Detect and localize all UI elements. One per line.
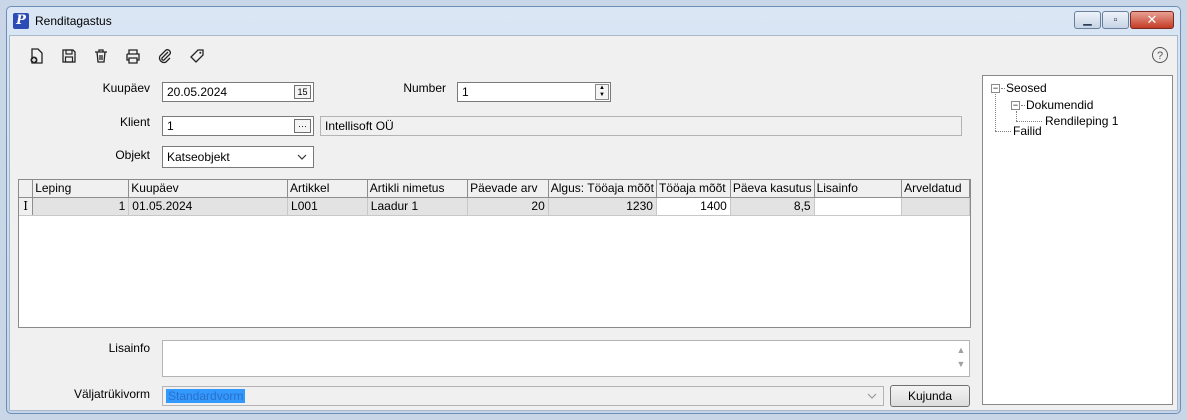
svg-text:?: ? <box>1157 50 1163 62</box>
grid-cell[interactable]: Laadur 1 <box>367 197 469 216</box>
grid-cell[interactable]: 8,5 <box>730 197 815 216</box>
grid-header-row: Leping Kuupäev Artikkel Artikli nimetus … <box>19 180 970 198</box>
klient-field[interactable]: 1 ··· <box>162 116 314 136</box>
delete-button[interactable] <box>88 44 114 68</box>
kuupaev-value: 20.05.2024 <box>167 85 228 99</box>
scroll-up-icon[interactable]: ▲ <box>955 343 967 357</box>
print-form-value: Standardvorm <box>166 389 246 403</box>
klient-name-field: Intellisoft OÜ <box>320 116 962 136</box>
tree-node-dokumendid[interactable]: Dokumendid <box>1026 98 1093 112</box>
klient-lookup-button[interactable]: ··· <box>294 119 311 133</box>
objekt-label: Objekt <box>115 148 150 162</box>
objekt-value: Katseobjekt <box>167 150 230 164</box>
tree-node-seosed[interactable]: Seosed <box>1006 81 1047 95</box>
memo-scrollbar[interactable]: ▲ ▼ <box>955 343 967 371</box>
tree-line <box>1016 121 1042 122</box>
grid-cell[interactable]: 1400 <box>656 197 731 216</box>
number-field[interactable]: 1 ▲ ▼ <box>457 82 611 102</box>
print-button[interactable] <box>120 44 146 68</box>
tree-line <box>995 94 996 131</box>
tag-icon <box>190 49 204 63</box>
tag-button[interactable] <box>184 44 210 68</box>
close-icon: ✕ <box>1146 12 1158 27</box>
save-button[interactable] <box>56 44 82 68</box>
column-header[interactable]: Päeva kasutus <box>730 180 815 198</box>
title-bar[interactable]: P Renditagastus ▁ ▫ ✕ <box>7 7 1180 35</box>
kujunda-button[interactable]: Kujunda <box>890 385 970 407</box>
tree-line <box>1021 105 1025 106</box>
collapse-icon[interactable]: − <box>1011 101 1020 110</box>
calendar-button[interactable]: 15 <box>294 85 311 99</box>
column-header[interactable]: Lisainfo <box>814 180 903 198</box>
scroll-down-icon[interactable]: ▼ <box>955 357 967 371</box>
print-form-label: Väljatrükivorm <box>73 387 150 401</box>
column-header[interactable]: Artikli nimetus <box>367 180 469 198</box>
column-header[interactable]: Algus: Tööaja mõõt <box>548 180 657 198</box>
row-edit-indicator: I <box>19 197 34 216</box>
tree-line <box>995 131 1011 132</box>
table-row[interactable]: I 1 01.05.2024 L001 Laadur 1 20 1230 140… <box>19 197 970 216</box>
column-header[interactable]: Tööaja mõõt <box>656 180 731 198</box>
grid-cell[interactable]: 1 <box>32 197 130 216</box>
toolbar <box>24 44 210 68</box>
column-header[interactable]: Kuupäev <box>128 180 289 198</box>
rental-lines-grid[interactable]: Leping Kuupäev Artikkel Artikli nimetus … <box>18 179 971 328</box>
window-controls: ▁ ▫ ✕ <box>1074 11 1174 29</box>
kuupaev-field[interactable]: 20.05.2024 15 <box>162 82 314 102</box>
print-icon <box>126 49 140 64</box>
stepper-up-icon[interactable]: ▲ <box>596 85 608 92</box>
maximize-button[interactable]: ▫ <box>1102 11 1129 29</box>
tree-line <box>1016 111 1017 121</box>
close-button[interactable]: ✕ <box>1130 11 1174 29</box>
window-title: Renditagastus <box>35 14 112 28</box>
grid-cell[interactable] <box>901 197 970 216</box>
column-header[interactable]: Päevade arv <box>467 180 549 198</box>
chevron-down-icon <box>867 393 877 399</box>
tree-node-failid[interactable]: Failid <box>1013 124 1042 138</box>
grid-cell[interactable]: L001 <box>287 197 368 216</box>
delete-icon <box>95 49 107 63</box>
objekt-select[interactable]: Katseobjekt <box>162 146 314 168</box>
column-header[interactable]: Leping <box>32 180 130 198</box>
maximize-icon: ▫ <box>1113 14 1118 26</box>
grid-cell[interactable]: 01.05.2024 <box>128 197 289 216</box>
relations-tree[interactable]: − Seosed − Dokumendid Rendileping 1 Fail… <box>982 75 1173 405</box>
attach-button[interactable] <box>152 44 178 68</box>
klient-name: Intellisoft OÜ <box>325 119 394 133</box>
stepper-down-icon[interactable]: ▼ <box>596 92 608 99</box>
chevron-down-icon <box>297 154 307 160</box>
grid-cell[interactable] <box>813 197 903 216</box>
attach-icon <box>158 49 171 64</box>
app-window: P Renditagastus ▁ ▫ ✕ ? Kuupäev 20.05.20… <box>6 6 1181 414</box>
grid-cell[interactable]: 1230 <box>548 197 657 216</box>
help-icon[interactable]: ? <box>1151 46 1169 64</box>
kuupaev-label: Kuupäev <box>102 81 150 95</box>
collapse-icon[interactable]: − <box>991 84 1000 93</box>
minimize-icon: ▁ <box>1083 14 1092 26</box>
form-area: ? Kuupäev 20.05.2024 15 Number 1 ▲ ▼ Kli… <box>9 35 1178 411</box>
new-button[interactable] <box>24 44 50 68</box>
number-value: 1 <box>462 85 469 99</box>
klient-value: 1 <box>167 119 174 133</box>
grid-corner <box>19 180 34 198</box>
minimize-button[interactable]: ▁ <box>1074 11 1101 29</box>
print-form-select[interactable]: Standardvorm <box>162 386 884 406</box>
number-label: Number <box>403 81 446 95</box>
klient-label: Klient <box>119 115 150 129</box>
grid-cell[interactable]: 20 <box>467 197 549 216</box>
tree-node-rendileping[interactable]: Rendileping 1 <box>1045 114 1118 128</box>
tree-line <box>1001 88 1005 89</box>
save-icon <box>62 49 76 63</box>
app-logo-icon: P <box>13 13 29 29</box>
new-document-icon <box>30 48 43 64</box>
column-header[interactable]: Artikkel <box>287 180 368 198</box>
number-stepper[interactable]: ▲ ▼ <box>595 84 609 100</box>
lisainfo-textarea[interactable]: ▲ ▼ <box>162 340 970 377</box>
column-header[interactable]: Arveldatud <box>901 180 970 198</box>
lisainfo-label: Lisainfo <box>108 341 150 355</box>
